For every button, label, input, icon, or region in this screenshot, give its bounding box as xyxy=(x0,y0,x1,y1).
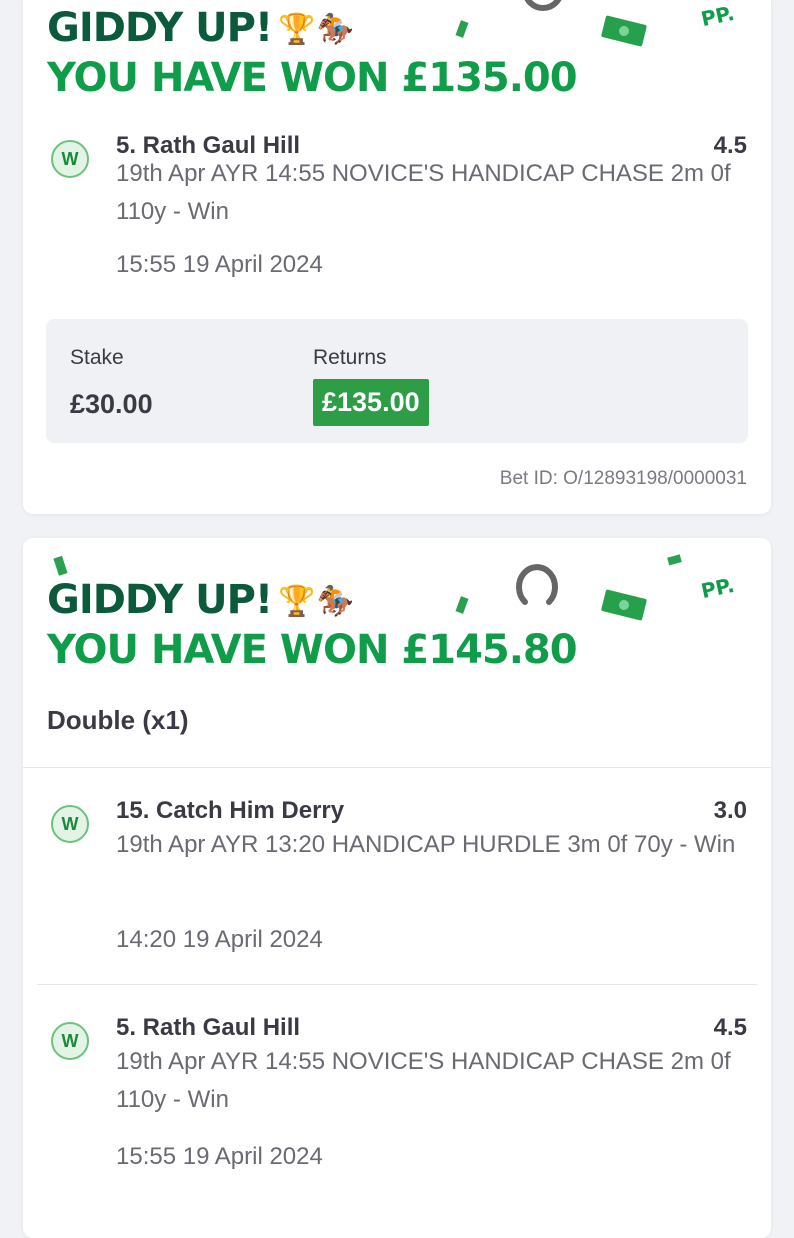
stake-label: Stake xyxy=(70,346,124,369)
selection-odds: 4.5 xyxy=(713,1014,747,1041)
trophy-icon: 🏆 xyxy=(278,12,315,47)
banknote-icon xyxy=(601,15,647,47)
win-status-badge: W xyxy=(51,805,89,843)
race-description: 19th Apr AYR 13:20 HANDICAP HURDLE 3m 0f… xyxy=(116,831,736,858)
bet-card-single: GIDDY UP! 🏆🏇 YOU HAVE WON £135.00 PP. W 5… xyxy=(23,0,771,514)
race-time: 15:55 19 April 2024 xyxy=(116,1143,323,1170)
stake-value: £30.00 xyxy=(70,389,153,419)
bet-type-title: Double (x1) xyxy=(47,705,189,735)
stake-returns-panel: Stake £30.00 Returns £135.00 xyxy=(46,319,748,443)
trophy-icon: 🏆 xyxy=(278,584,315,619)
horseshoe-icon xyxy=(516,564,558,605)
horseshoe-icon xyxy=(524,0,562,11)
returns-label: Returns xyxy=(313,346,387,369)
win-status-badge: W xyxy=(51,1022,89,1060)
win-banner: GIDDY UP! 🏆🏇 YOU HAVE WON £135.00 PP. xyxy=(23,0,771,130)
banknote-icon xyxy=(601,589,647,621)
divider xyxy=(23,767,771,768)
giddy-up-text: GIDDY UP! xyxy=(47,577,273,623)
race-time: 14:20 19 April 2024 xyxy=(116,926,323,953)
bet-id[interactable]: Bet ID: O/12893198/0000031 xyxy=(500,468,747,490)
horse-racing-icon: 🏇 xyxy=(316,584,354,619)
win-status-badge: W xyxy=(51,140,89,178)
runner-name: 5. Rath Gaul Hill xyxy=(116,1014,301,1041)
runner-name: 15. Catch Him Derry xyxy=(116,797,345,824)
won-amount-headline: YOU HAVE WON £135.00 xyxy=(47,55,578,101)
giddy-up-text: GIDDY UP! xyxy=(47,5,273,51)
bet-card-double: GIDDY UP! 🏆🏇 YOU HAVE WON £145.80 PP. Dou… xyxy=(23,538,771,1238)
race-description: 19th Apr AYR 14:55 NOVICE'S HANDICAP CHA… xyxy=(116,1048,731,1113)
brand-logo: PP. xyxy=(698,0,737,32)
banknote-confetti-icon xyxy=(455,596,469,614)
returns-value: £135.00 xyxy=(313,379,429,426)
race-time: 15:55 19 April 2024 xyxy=(116,251,323,278)
banknote-confetti-icon xyxy=(667,554,682,566)
race-description: 19th Apr AYR 14:55 NOVICE'S HANDICAP CHA… xyxy=(116,160,731,225)
selection-odds: 3.0 xyxy=(713,797,747,824)
giddy-up-headline: GIDDY UP! 🏆🏇 xyxy=(47,5,354,51)
won-amount-headline: YOU HAVE WON £145.80 xyxy=(47,627,578,673)
brand-logo: PP. xyxy=(698,572,737,604)
horse-racing-icon: 🏇 xyxy=(316,12,354,47)
win-banner: GIDDY UP! 🏆🏇 YOU HAVE WON £145.80 PP. xyxy=(23,538,771,678)
giddy-up-headline: GIDDY UP! 🏆🏇 xyxy=(47,577,354,623)
divider xyxy=(37,984,757,985)
banknote-confetti-icon xyxy=(455,20,469,38)
